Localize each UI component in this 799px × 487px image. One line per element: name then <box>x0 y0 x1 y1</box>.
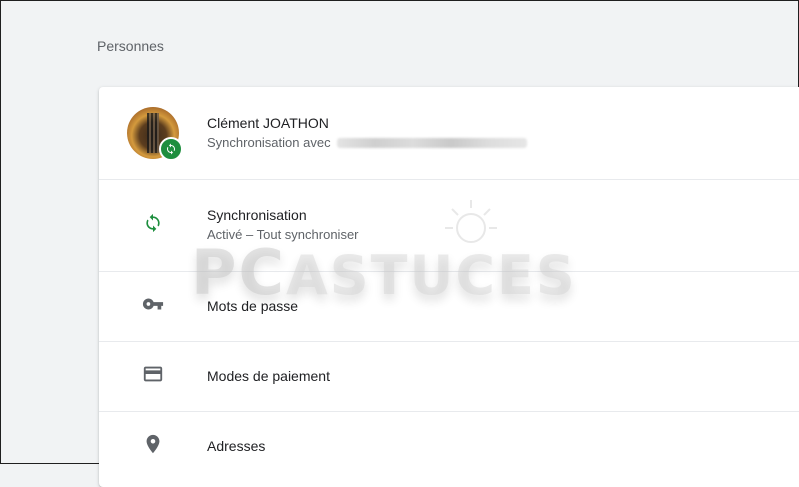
location-pin-icon <box>142 433 164 460</box>
avatar <box>127 107 183 161</box>
sync-label: Synchronisation <box>207 207 307 223</box>
profile-sync-status: Synchronisation avec <box>207 133 527 153</box>
section-title: Personnes <box>97 38 164 54</box>
payment-methods-row[interactable]: Modes de paiement <box>99 341 799 412</box>
addresses-row[interactable]: Adresses <box>99 411 799 481</box>
redacted-email <box>336 138 527 148</box>
credit-card-icon <box>142 363 164 390</box>
sync-icon <box>143 213 163 238</box>
sync-badge-icon <box>159 137 183 161</box>
people-card: Clément JOATHON Synchronisation avec Syn… <box>99 87 799 487</box>
avatar-cell <box>99 107 207 161</box>
passwords-label: Mots de passe <box>207 298 299 314</box>
sync-with-label: Synchronisation avec <box>207 135 331 150</box>
payment-methods-label: Modes de paiement <box>207 368 330 384</box>
sync-subtitle: Activé – Tout synchroniser <box>207 227 359 242</box>
passwords-row[interactable]: Mots de passe <box>99 271 799 342</box>
addresses-label: Adresses <box>207 438 266 454</box>
key-icon <box>142 293 164 320</box>
sync-row[interactable]: Synchronisation Activé – Tout synchronis… <box>99 179 799 272</box>
profile-row[interactable]: Clément JOATHON Synchronisation avec <box>99 87 799 180</box>
profile-name: Clément JOATHON <box>207 115 329 131</box>
